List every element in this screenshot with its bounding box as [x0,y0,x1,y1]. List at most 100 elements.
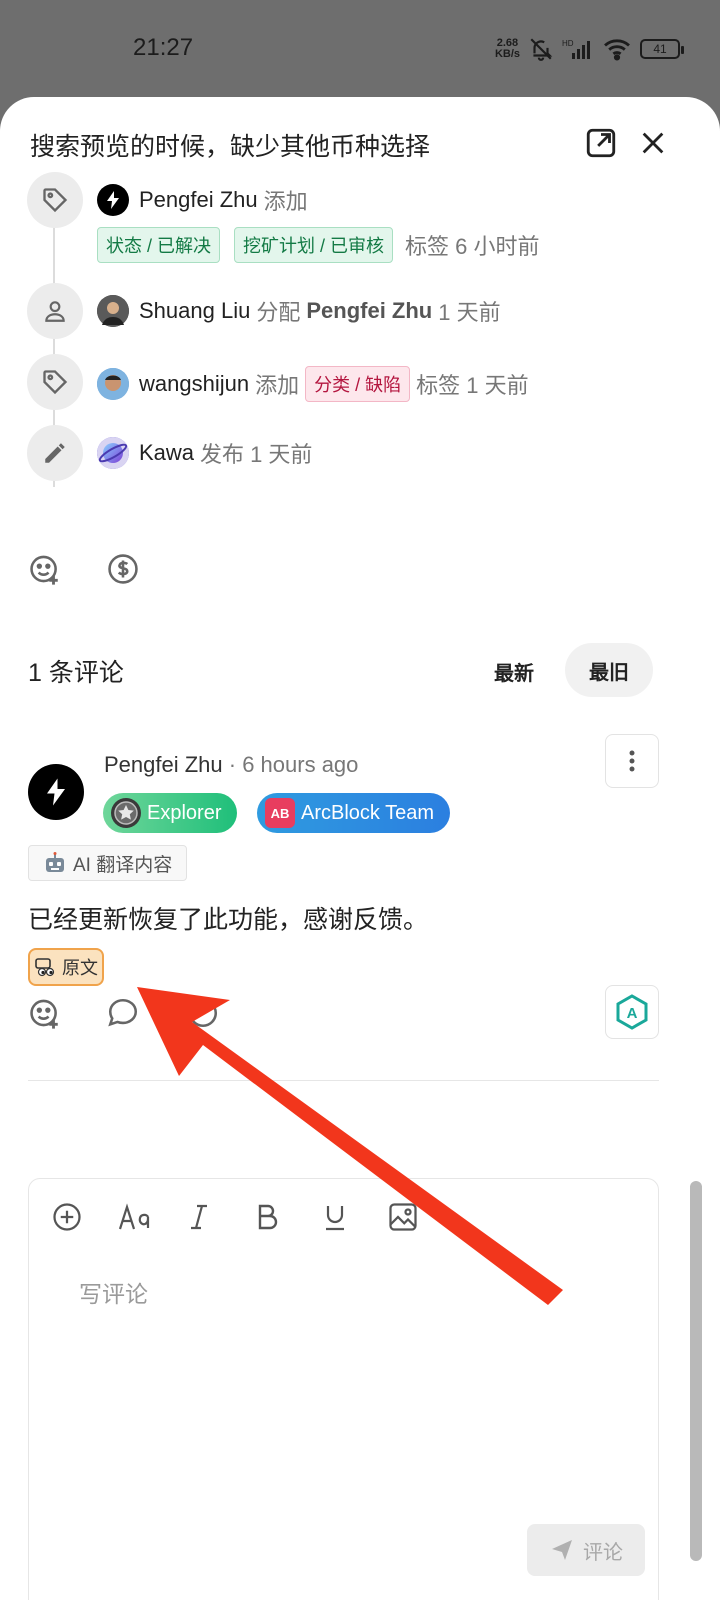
timeline-user[interactable]: Pengfei Zhu [139,187,258,213]
text-format-button[interactable] [117,1199,153,1235]
explorer-medal-icon [111,798,141,828]
timeline-user[interactable]: wangshijun [139,371,249,397]
add-reaction-icon[interactable] [28,996,62,1030]
ai-translated-chip: AI 翻译内容 [28,845,188,881]
timeline-item: Pengfei Zhu 添加 [97,184,308,216]
insert-image-button[interactable] [385,1199,421,1235]
comment-divider [28,1080,659,1081]
avatar[interactable] [97,368,129,400]
comments-count: 1 条评论 [28,659,124,687]
underline-button[interactable] [317,1199,353,1235]
underline-icon [326,1206,344,1231]
robot-icon [46,852,64,872]
comment-time: 6 hours ago [242,752,359,777]
network-speed: 2.68 KB/s [494,37,520,60]
badge-label: Explorer [147,801,222,824]
comment-author[interactable]: Pengfei Zhu [104,752,223,777]
timeline-action: 分配 [256,300,301,325]
timeline-publish-icon [27,425,83,481]
tag-status[interactable]: 状态 / 已解决 [97,227,221,263]
badge-explorer[interactable]: Explorer [103,793,238,833]
timeline-tags-row: 状态 / 已解决 挖矿计划 / 已审核 标签 6 小时前 [97,227,540,263]
badge-arcblock-team[interactable]: AB ArcBlock Team [257,793,451,833]
arcblock-logo-icon: AB [265,798,295,828]
timeline-action: 添加 [255,373,300,398]
open-external-icon [586,128,616,158]
timeline-suffix: 1 天前 [438,300,501,325]
submit-comment-button[interactable]: 评论 [527,1524,645,1576]
user-photo-icon [97,368,129,400]
view-original-label: 原文 [62,958,98,978]
hexagon-a-icon: A [616,994,648,1030]
plus-circle-icon [53,1203,81,1231]
eyes-icon [35,958,55,977]
timeline-assign-icon [27,283,83,339]
lightning-icon [47,778,65,806]
send-icon [552,1540,572,1560]
person-icon [45,301,65,322]
view-original-button[interactable]: 原文 [28,948,104,986]
comment-editor[interactable]: 写评论 评论 [28,1178,659,1600]
timeline-item: Shuang Liu 分配 Pengfei Zhu 1 天前 [97,295,501,327]
timeline-action: 添加 [263,189,308,214]
badge-label: ArcBlock Team [301,801,435,824]
tag-icon [43,370,68,395]
submit-label: 评论 [583,1541,623,1564]
avatar[interactable] [97,184,129,216]
comment-more-button[interactable] [605,734,659,788]
timeline-suffix: 标签 1 天前 [416,373,529,398]
tag-category[interactable]: 分类 / 缺陷 [305,366,411,402]
status-time: 21:27 [133,34,194,61]
more-vertical-icon [629,750,635,772]
timeline-user[interactable]: Shuang Liu [139,298,250,324]
sort-newest-button[interactable]: 最新 [494,657,534,686]
avatar[interactable] [97,437,129,469]
mute-bell-icon [530,38,553,61]
bold-icon [258,1204,278,1230]
close-icon [642,132,664,154]
tag-mining-plan[interactable]: 挖矿计划 / 已审核 [234,227,394,263]
issue-sheet: 搜索预览的时候，缺少其他币种选择 Pengfei Zhu 添加 状态 / 已解决… [0,97,720,1600]
ai-agent-button[interactable]: A [605,985,659,1039]
scrollbar[interactable] [690,1181,702,1561]
bold-button[interactable] [249,1199,285,1235]
timeline-suffix: 标签 6 小时前 [405,234,540,259]
battery-indicator: 41 [640,39,684,59]
planet-avatar-icon [97,437,129,469]
issue-title: 搜索预览的时候，缺少其他币种选择 [30,133,431,161]
pencil-icon [45,443,65,463]
svg-text:HD: HD [562,39,574,48]
comment-separator: · [222,752,243,777]
add-reaction-icon[interactable] [28,552,62,586]
svg-text:A: A [627,1005,638,1022]
timeline-tag-icon [27,172,83,228]
comment-avatar[interactable] [28,764,84,820]
lightning-icon [107,191,119,209]
signal-icon: HD [562,39,590,59]
insert-button[interactable] [49,1199,85,1235]
timeline-target[interactable]: Pengfei Zhu [306,298,432,324]
text-size-icon [118,1203,150,1230]
open-external-button[interactable] [581,123,621,163]
editor-placeholder[interactable]: 写评论 [79,1275,148,1309]
status-icons: 2.68 KB/s HD 41 [494,36,684,62]
timeline-user[interactable]: Kawa [139,440,194,466]
timeline-item: Kawa 发布 1 天前 [97,437,312,469]
italic-button[interactable] [181,1199,217,1235]
reply-comment-icon[interactable] [106,996,140,1030]
comment-meta: Pengfei Zhu · 6 hours ago [104,752,358,778]
share-icon[interactable] [186,996,220,1030]
dollar-icon[interactable] [106,552,140,586]
image-icon [389,1203,417,1231]
close-button[interactable] [633,123,673,163]
timeline-action: 发布 [200,442,245,467]
timeline-tag-icon [27,354,83,410]
user-photo-icon [97,295,129,327]
ai-translated-label: AI 翻译内容 [73,854,173,876]
tag-icon [43,188,68,213]
wifi-icon [604,39,630,61]
sort-oldest-button[interactable]: 最旧 [565,643,653,697]
timeline-item: wangshijun 添加 分类 / 缺陷 标签 1 天前 [97,366,529,402]
avatar[interactable] [97,295,129,327]
comment-body: 已经更新恢复了此功能，感谢反馈。 [28,906,429,934]
